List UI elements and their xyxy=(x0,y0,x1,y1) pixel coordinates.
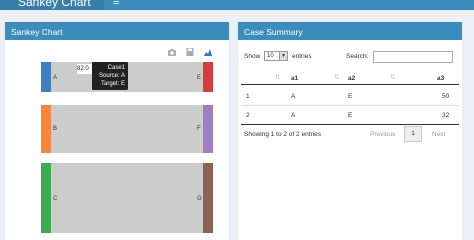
col-header-a2[interactable]: a2 xyxy=(348,75,355,82)
node-label-g: G xyxy=(197,196,202,202)
sort-icon[interactable]: ⇅ xyxy=(334,74,339,81)
node-label-b: B xyxy=(53,126,57,132)
node-f[interactable] xyxy=(203,105,213,153)
case-summary-title: Case Summary xyxy=(238,24,462,40)
cell-a3: 32 xyxy=(442,112,450,119)
entries-select-value: 10 xyxy=(267,53,274,59)
search-label: Search: xyxy=(346,53,369,60)
node-label-a: A xyxy=(53,75,57,81)
node-b[interactable] xyxy=(41,105,51,153)
tooltip: Case1 Source: A Target: E xyxy=(92,62,128,90)
search-input[interactable] xyxy=(373,51,453,63)
entries-select[interactable]: 10 ▼ xyxy=(264,51,288,61)
entries-label: entries xyxy=(292,53,312,60)
table-bottom-divider xyxy=(241,124,459,125)
sort-icon[interactable]: ⇅ xyxy=(390,74,395,81)
tooltip-value: 82.0 xyxy=(77,64,93,74)
col-header-a3[interactable]: a3 xyxy=(437,75,444,82)
node-label-c: C xyxy=(53,196,58,202)
cell-index: 2 xyxy=(246,112,250,119)
brand[interactable]: Sankey Chart xyxy=(0,0,104,10)
hamburger-icon[interactable]: ≡ xyxy=(113,0,119,8)
cell-a3: 50 xyxy=(442,93,450,100)
chevron-down-icon: ▼ xyxy=(279,52,287,60)
link-c-g[interactable] xyxy=(49,163,203,233)
case-summary-box: Case Summary Show 10 ▼ entries Search: a… xyxy=(238,22,462,240)
cell-a1: A xyxy=(291,93,296,100)
node-c[interactable] xyxy=(41,163,51,233)
sort-icon[interactable]: ⇅ xyxy=(275,74,280,81)
row-divider xyxy=(241,105,459,106)
header-divider xyxy=(241,84,459,85)
next-button[interactable]: Next xyxy=(432,131,445,138)
link-b-f[interactable] xyxy=(49,105,203,153)
page-button-current[interactable]: 1 xyxy=(404,126,422,142)
brand-title: Sankey Chart xyxy=(18,0,91,9)
cell-a2: E xyxy=(348,93,353,100)
sankey-box: Sankey Chart A B C E F G 82.0 Case1 Sour… xyxy=(5,22,229,240)
table-info: Showing 1 to 2 of 2 entries xyxy=(244,131,321,138)
node-a[interactable] xyxy=(41,62,51,92)
tooltip-line2: Source: A xyxy=(98,73,125,79)
tooltip-line3: Target: E xyxy=(100,81,125,87)
node-label-f: F xyxy=(197,126,201,132)
previous-button[interactable]: Previous xyxy=(370,131,395,138)
node-label-e: E xyxy=(197,75,201,81)
cell-index: 1 xyxy=(246,93,250,100)
show-label: Show xyxy=(244,53,261,60)
top-header: Sankey Chart ≡ xyxy=(0,0,474,10)
cell-a1: A xyxy=(291,112,296,119)
tooltip-line1: Case1 xyxy=(107,65,125,71)
node-g[interactable] xyxy=(203,163,213,233)
col-header-a1[interactable]: a1 xyxy=(291,75,298,82)
node-e[interactable] xyxy=(203,62,213,92)
cell-a2: E xyxy=(348,112,353,119)
sankey-diagram: A B C E F G xyxy=(41,62,213,233)
